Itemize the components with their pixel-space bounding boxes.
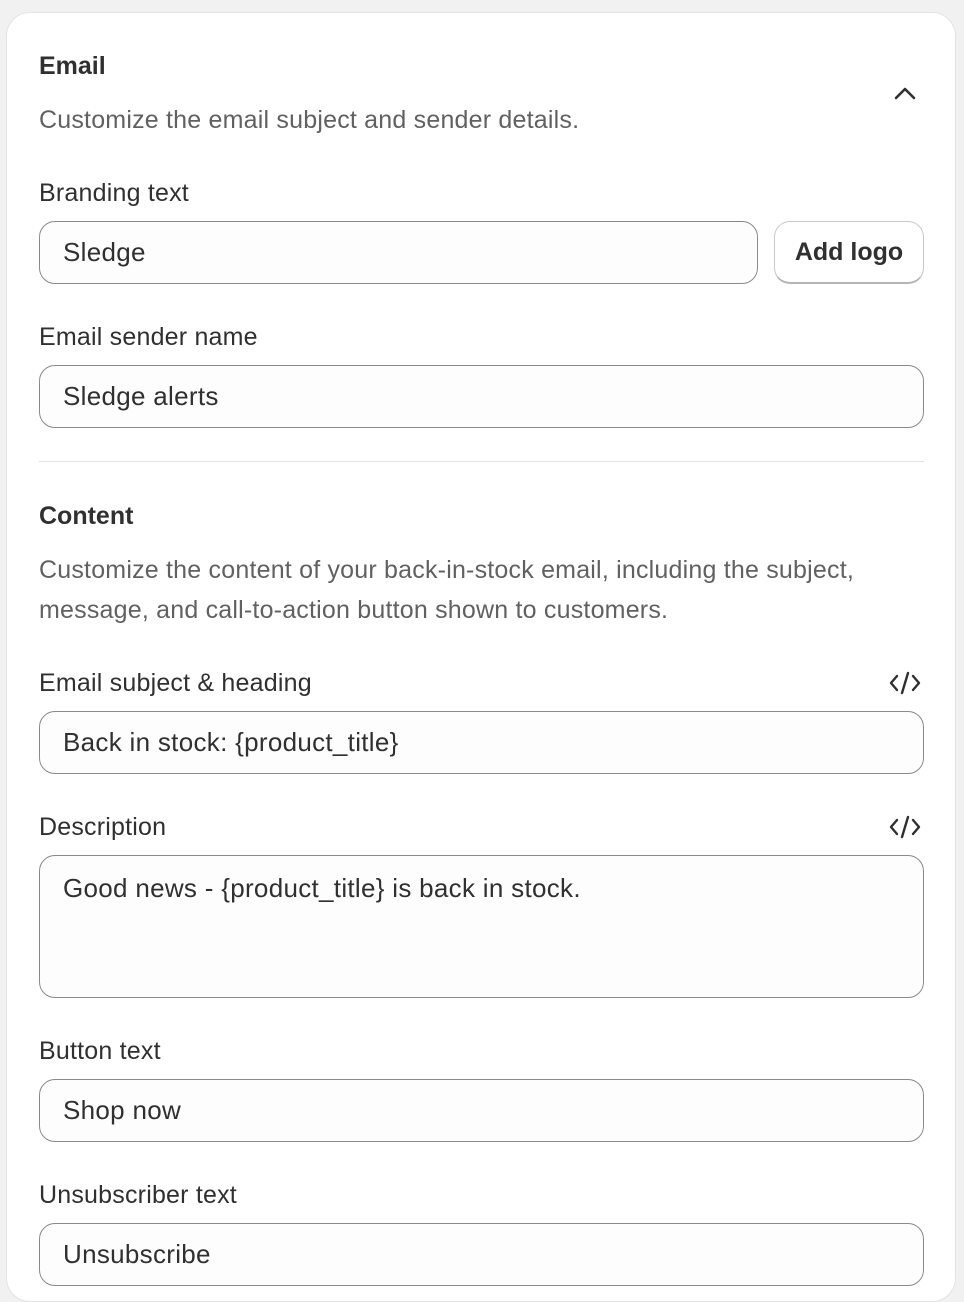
subject-heading-label: Email subject & heading <box>39 669 312 697</box>
button-text-label: Button text <box>39 1037 161 1065</box>
button-text-input[interactable] <box>39 1079 924 1142</box>
section-divider <box>39 461 924 462</box>
content-section-description: Customize the content of your back-in-st… <box>39 556 854 624</box>
email-section-title: Email <box>39 52 106 80</box>
email-section-description: Customize the email subject and sender d… <box>39 106 580 134</box>
description-textarea[interactable]: Good news - {product_title} is back in s… <box>39 855 924 998</box>
branding-text-label: Branding text <box>39 179 189 207</box>
chevron-up-icon <box>894 87 916 100</box>
code-icon <box>889 815 921 839</box>
subject-insert-variable-button[interactable] <box>887 665 923 701</box>
sender-name-input[interactable] <box>39 365 924 428</box>
code-icon <box>889 671 921 695</box>
description-insert-variable-button[interactable] <box>887 809 923 845</box>
unsubscribe-text-input[interactable] <box>39 1223 924 1286</box>
sender-name-label: Email sender name <box>39 323 258 351</box>
description-label: Description <box>39 813 167 841</box>
add-logo-button[interactable]: Add logo <box>774 221 924 284</box>
unsubscribe-text-label: Unsubscriber text <box>39 1181 237 1209</box>
email-settings-card: Email Customize the email subject and se… <box>6 12 956 1302</box>
subject-heading-input[interactable] <box>39 711 924 774</box>
content-section-title: Content <box>39 502 134 530</box>
branding-text-input[interactable] <box>39 221 758 284</box>
